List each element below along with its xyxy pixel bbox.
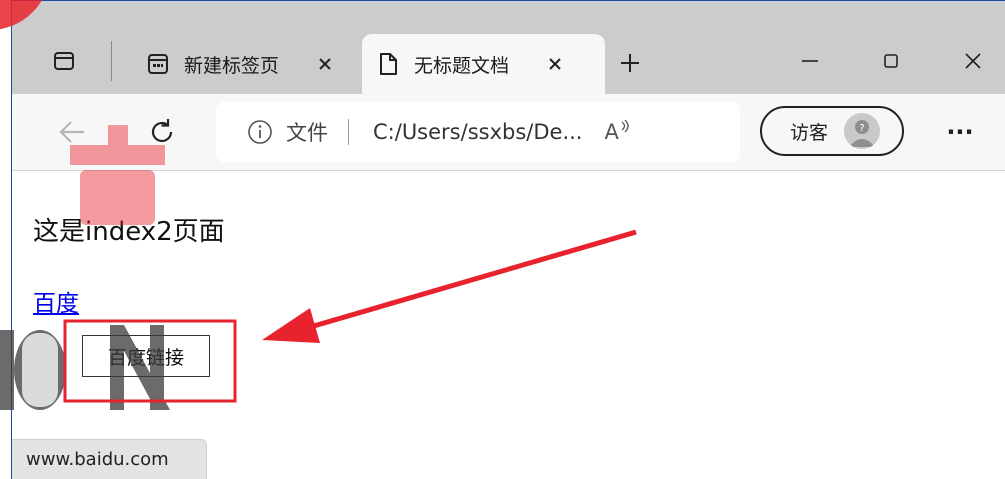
read-aloud-icon[interactable]: A [604, 120, 629, 144]
more-options-button[interactable]: ··· [938, 112, 982, 152]
new-tab-page-icon [146, 52, 170, 76]
baidu-link-button[interactable]: 百度链接 [82, 335, 210, 377]
tab-divider [111, 41, 112, 81]
address-divider [348, 119, 349, 145]
maximize-icon[interactable] [868, 41, 914, 81]
browser-toolbar: 文件 C:/Users/ssxbs/De... A 访客 ? ··· [12, 94, 1005, 171]
browser-window: 新建标签页 无标题文档 文件 C:/Users/ssxbs/De... A 访客… [11, 0, 1005, 479]
tab-close-icon[interactable] [541, 50, 569, 78]
tab-strip: 新建标签页 无标题文档 [12, 1, 1005, 94]
status-bar-url: www.baidu.com [12, 439, 207, 479]
baidu-link[interactable]: 百度 [33, 284, 79, 318]
profile-button[interactable]: 访客 ? [760, 106, 904, 156]
tab-new-tab[interactable]: 新建标签页 [132, 34, 357, 94]
tab-close-icon[interactable] [311, 50, 339, 78]
info-icon[interactable] [246, 118, 274, 146]
minimize-icon[interactable] [787, 41, 833, 81]
read-aloud-label: A [604, 120, 619, 144]
reload-icon[interactable] [142, 112, 182, 152]
address-bar[interactable]: 文件 C:/Users/ssxbs/De... A [216, 102, 740, 162]
svg-text:?: ? [859, 123, 864, 134]
tab-title: 无标题文档 [414, 54, 510, 77]
tab-actions-icon[interactable] [50, 47, 78, 75]
document-icon [376, 52, 400, 76]
profile-label: 访客 [790, 121, 829, 144]
tab-untitled-document[interactable]: 无标题文档 [362, 34, 605, 94]
window-close-icon[interactable] [950, 41, 996, 81]
address-url[interactable]: C:/Users/ssxbs/De... [373, 120, 582, 144]
address-scheme: 文件 [286, 121, 328, 145]
avatar-icon: ? [844, 113, 881, 149]
page-heading: 这是index2页面 [33, 217, 225, 247]
tab-title: 新建标签页 [184, 54, 280, 77]
back-arrow-icon[interactable] [52, 112, 92, 152]
page-content: 这是index2页面 百度 百度链接 www.baidu.com [12, 171, 1005, 479]
new-tab-plus-icon[interactable] [614, 47, 646, 79]
